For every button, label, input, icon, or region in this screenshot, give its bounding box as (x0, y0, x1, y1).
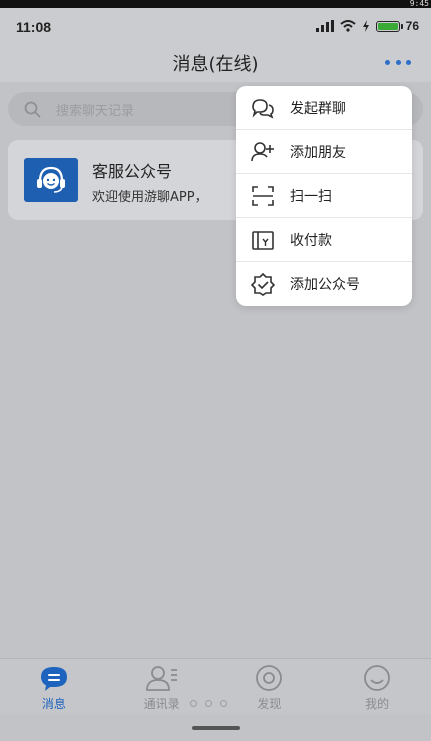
battery-icon (375, 20, 403, 32)
avatar (24, 158, 78, 202)
conversation-preview: 欢迎使用游聊APP， (92, 190, 208, 205)
contacts-icon (145, 664, 179, 692)
corner-time: 9:45 (409, 0, 429, 8)
charging-icon (362, 20, 369, 32)
signal-icon (315, 20, 334, 32)
conversation-name: 客服公众号 (92, 162, 173, 181)
page-indicator (190, 700, 227, 707)
tab-messages[interactable]: 消息 (0, 659, 108, 714)
tab-label: 消息 (41, 697, 66, 711)
status-bar: 11:08 76 (0, 8, 431, 46)
tab-discover[interactable]: 发现 (216, 659, 324, 714)
popup-menu: 发起群聊 添加朋友 扫一扫 收付款 添加公众号 (236, 86, 412, 306)
menu-item-label: 发起群聊 (290, 100, 346, 117)
home-indicator[interactable] (192, 726, 240, 730)
search-icon (24, 101, 41, 118)
menu-item-label: 收付款 (290, 232, 332, 249)
discover-icon (254, 664, 284, 692)
title-bar: 消息(在线) (0, 46, 431, 82)
tab-label: 发现 (257, 697, 282, 711)
group-chat-icon (236, 97, 290, 119)
add-friend-icon (236, 141, 290, 163)
menu-item-group-chat[interactable]: 发起群聊 (236, 86, 412, 130)
system-nav-bar (0, 714, 431, 741)
tab-label: 我的 (365, 697, 390, 711)
page-dot (190, 700, 197, 707)
page-dot (205, 700, 212, 707)
add-official-account-icon (236, 272, 290, 296)
page-dot (220, 700, 227, 707)
menu-item-label: 添加朋友 (290, 144, 346, 161)
system-top-strip: 9:45 (0, 0, 431, 8)
menu-item-payment[interactable]: 收付款 (236, 218, 412, 262)
menu-item-add-official-account[interactable]: 添加公众号 (236, 262, 412, 306)
menu-item-label: 扫一扫 (290, 188, 332, 205)
wifi-icon (339, 20, 356, 32)
battery-level: 76 (405, 19, 419, 33)
menu-item-add-friend[interactable]: 添加朋友 (236, 130, 412, 174)
customer-service-icon (37, 166, 65, 193)
scan-icon (236, 185, 290, 207)
status-time: 11:08 (16, 19, 52, 35)
more-dots-icon[interactable] (385, 52, 411, 72)
tab-label: 通讯录 (143, 697, 180, 711)
payment-icon (236, 229, 290, 251)
message-icon (38, 664, 70, 692)
status-icons: 76 (315, 19, 419, 33)
profile-icon (362, 664, 392, 692)
tab-profile[interactable]: 我的 (323, 659, 431, 714)
search-placeholder: 搜索聊天记录 (56, 104, 135, 119)
menu-item-label: 添加公众号 (290, 277, 360, 293)
page-title: 消息(在线) (172, 54, 259, 75)
menu-item-scan[interactable]: 扫一扫 (236, 174, 412, 218)
